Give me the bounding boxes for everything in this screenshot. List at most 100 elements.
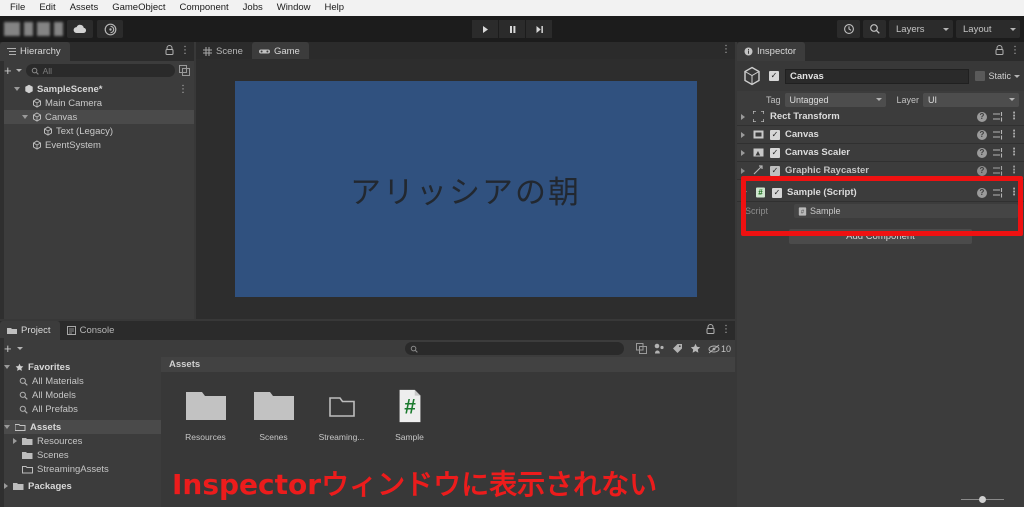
chevron-right-icon[interactable] <box>741 149 745 156</box>
slider-knob[interactable] <box>979 496 986 503</box>
chevron-down-icon[interactable] <box>1014 74 1020 78</box>
project-tree-favorites[interactable]: Favorites <box>0 360 161 374</box>
project-tree-resources[interactable]: Resources <box>0 434 161 448</box>
tag-dropdown[interactable]: Untagged <box>784 92 886 107</box>
preset-icon[interactable] <box>993 111 1003 122</box>
component-canvas-scaler[interactable]: ✓ Canvas Scaler ? ⋮ <box>737 144 1024 162</box>
preset-icon[interactable] <box>993 187 1003 198</box>
component-rect-transform[interactable]: Rect Transform ? ⋮ <box>737 108 1024 126</box>
project-tree-scenes[interactable]: Scenes <box>0 448 161 462</box>
chevron-down-icon[interactable] <box>741 190 747 195</box>
kebab-menu-icon[interactable]: ⋮ <box>178 84 194 94</box>
help-icon[interactable]: ? <box>977 111 987 122</box>
transform-tool-icon[interactable] <box>4 22 20 36</box>
step-button[interactable] <box>526 20 552 38</box>
cloud-icon[interactable] <box>67 20 93 38</box>
menu-item-window[interactable]: Window <box>271 0 317 16</box>
tab-project[interactable]: Project <box>0 321 60 340</box>
static-toggle[interactable]: Static <box>975 71 1020 81</box>
component-graphic-raycaster[interactable]: ✓ Graphic Raycaster ? ⋮ <box>737 162 1024 180</box>
layout-dropdown[interactable]: Layout <box>956 20 1020 38</box>
play-button[interactable] <box>472 20 498 38</box>
chevron-down-icon[interactable] <box>4 425 10 429</box>
project-tree-assets[interactable]: Assets <box>0 420 161 434</box>
menu-item-jobs[interactable]: Jobs <box>237 0 269 16</box>
model-filter-icon[interactable] <box>654 343 665 354</box>
chevron-down-icon[interactable] <box>4 365 10 369</box>
kebab-menu-icon[interactable]: ⋮ <box>721 45 731 55</box>
pause-button[interactable] <box>499 20 525 38</box>
script-object-field[interactable]: # Sample <box>794 204 1018 218</box>
tab-hierarchy[interactable]: Hierarchy <box>0 42 70 61</box>
favorite-star-icon[interactable] <box>690 343 701 354</box>
hierarchy-item-text-legacy[interactable]: Text (Legacy) <box>0 124 194 138</box>
kebab-menu-icon[interactable]: ⋮ <box>1010 45 1020 55</box>
chevron-down-icon[interactable] <box>22 115 28 119</box>
create-asset-button[interactable]: + <box>4 342 12 355</box>
kebab-menu-icon[interactable]: ⋮ <box>721 324 731 334</box>
hierarchy-search-input[interactable]: All <box>25 64 175 77</box>
object-enabled-checkbox[interactable]: ✓ <box>769 71 779 81</box>
component-enabled-checkbox[interactable]: ✓ <box>770 147 780 158</box>
history-icon[interactable] <box>837 20 860 38</box>
menu-item-gameobject[interactable]: GameObject <box>106 0 171 16</box>
add-gameobject-button[interactable]: + <box>4 64 12 77</box>
menu-item-component[interactable]: Component <box>174 0 235 16</box>
chevron-right-icon[interactable] <box>4 483 8 489</box>
hierarchy-item-main-camera[interactable]: Main Camera <box>0 96 194 110</box>
project-tree-packages[interactable]: Packages <box>0 479 161 493</box>
menu-item-edit[interactable]: Edit <box>33 0 61 16</box>
chevron-right-icon[interactable] <box>741 113 745 120</box>
tab-console[interactable]: Console <box>59 321 124 340</box>
layers-dropdown[interactable]: Layers <box>889 20 953 38</box>
kebab-menu-icon[interactable]: ⋮ <box>1009 148 1019 158</box>
chevron-right-icon[interactable] <box>741 131 745 138</box>
asset-item-scenes[interactable]: Scenes <box>249 388 298 442</box>
rotate-tool-icon[interactable] <box>24 22 33 36</box>
preset-icon[interactable] <box>993 165 1003 176</box>
help-icon[interactable]: ? <box>977 165 987 176</box>
project-tree-all-prefabs[interactable]: All Prefabs <box>0 402 161 416</box>
kebab-menu-icon[interactable]: ⋮ <box>1009 166 1019 176</box>
chevron-down-icon[interactable] <box>16 347 23 350</box>
component-sample-script[interactable]: # ✓ Sample (Script) ? ⋮ <box>737 184 1024 202</box>
tag-filter-icon[interactable] <box>672 343 683 354</box>
kebab-menu-icon[interactable]: ⋮ <box>1009 188 1019 198</box>
layer-dropdown[interactable]: UI <box>923 92 1020 107</box>
scale-tool-icon[interactable] <box>37 22 50 36</box>
project-tree-streamingassets[interactable]: StreamingAssets <box>0 462 161 476</box>
collab-icon[interactable] <box>97 20 123 38</box>
add-component-button[interactable]: Add Component <box>789 229 972 244</box>
component-enabled-checkbox[interactable]: ✓ <box>770 165 780 176</box>
asset-item-resources[interactable]: Resources <box>181 388 230 442</box>
help-icon[interactable]: ? <box>977 187 987 198</box>
chevron-down-icon[interactable] <box>14 87 20 91</box>
chevron-down-icon[interactable] <box>15 69 22 72</box>
menu-item-assets[interactable]: Assets <box>64 0 105 16</box>
kebab-menu-icon[interactable]: ⋮ <box>1009 112 1019 122</box>
asset-item-sample[interactable]: # Sample <box>385 388 434 442</box>
search-icon[interactable] <box>863 20 886 38</box>
component-enabled-checkbox[interactable]: ✓ <box>772 187 782 198</box>
asset-item-streamingassets[interactable]: Streaming... <box>317 388 366 442</box>
hierarchy-item-canvas[interactable]: Canvas <box>0 110 194 124</box>
chevron-right-icon[interactable] <box>13 438 17 444</box>
object-name-field[interactable]: Canvas <box>785 68 970 84</box>
preset-icon[interactable] <box>993 129 1003 140</box>
preset-icon[interactable] <box>993 147 1003 158</box>
help-icon[interactable]: ? <box>977 129 987 140</box>
tab-inspector[interactable]: Inspector <box>737 42 806 61</box>
project-search-input[interactable] <box>404 342 624 355</box>
rect-tool-icon[interactable] <box>54 22 63 36</box>
game-view-render-area[interactable]: アリッシアの朝 <box>196 59 735 319</box>
asset-size-slider[interactable] <box>961 496 1004 503</box>
hierarchy-item-samplescene[interactable]: SampleScene* ⋮ <box>0 82 194 96</box>
component-enabled-checkbox[interactable]: ✓ <box>770 129 780 140</box>
hierarchy-filter-icon[interactable] <box>179 65 190 76</box>
component-canvas[interactable]: ✓ Canvas ? ⋮ <box>737 126 1024 144</box>
kebab-menu-icon[interactable]: ⋮ <box>180 45 190 55</box>
menu-item-help[interactable]: Help <box>319 0 351 16</box>
kebab-menu-icon[interactable]: ⋮ <box>1009 130 1019 140</box>
project-tree-all-materials[interactable]: All Materials <box>0 374 161 388</box>
project-tree-all-models[interactable]: All Models <box>0 388 161 402</box>
